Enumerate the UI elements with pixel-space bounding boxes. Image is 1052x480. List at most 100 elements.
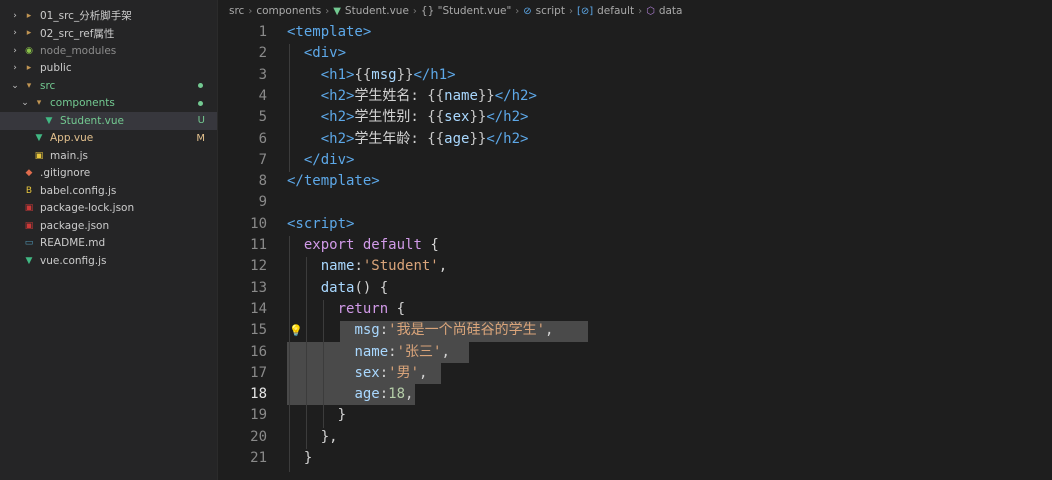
code-token: } xyxy=(287,450,313,466)
code-area[interactable]: 1 <template> 2 <div> 3 <h1>{{msg}}</h1> 4 <h… xyxy=(219,22,1052,472)
explorer-item-label: components xyxy=(50,97,115,110)
line-text: } xyxy=(287,448,312,469)
code-token: }} xyxy=(396,66,414,83)
code-token: }} xyxy=(469,130,487,147)
code-token: : xyxy=(388,343,397,360)
line-text: return { xyxy=(287,299,405,320)
code-token: }} xyxy=(469,109,487,126)
code-token: sex xyxy=(444,109,470,126)
explorer-item[interactable]: ▭ README.md xyxy=(0,235,217,253)
code-line: 21 } xyxy=(219,448,1052,469)
folder-open-icon: ▾ xyxy=(36,98,42,109)
code-line: 4 <h2>学生姓名: {{name}}</h2> xyxy=(219,86,1052,107)
chevron-right-icon: › xyxy=(638,5,643,17)
code-line: 19 } xyxy=(219,405,1052,426)
explorer-item-label: 01_src_分析脚手架 xyxy=(40,10,132,23)
breadcrumb-section[interactable]: {} "Student.vue" xyxy=(421,5,511,17)
explorer-item[interactable]: › ▸ 01_src_分析脚手架 xyxy=(0,7,217,25)
explorer-item[interactable]: ▣ package.json xyxy=(0,217,217,235)
code-token: : xyxy=(379,364,389,381)
folder-icon: ▸ xyxy=(26,63,32,74)
git-status-badge: M xyxy=(196,132,205,144)
breadcrumb-file[interactable]: Student.vue xyxy=(345,5,409,17)
code-line: 15 msg:'我是一个尚硅谷的学生', xyxy=(219,320,1052,341)
code-token: 学生性别: xyxy=(354,109,428,126)
code-token: <template> xyxy=(287,24,372,40)
code-line: 13 data() { xyxy=(219,278,1052,299)
breadcrumb-data[interactable]: data xyxy=(659,5,683,17)
chevron-right-icon: › xyxy=(515,5,520,17)
code-line: 2 <div> xyxy=(219,43,1052,64)
code-token: return xyxy=(337,300,389,317)
line-number: 8 xyxy=(258,173,267,190)
line-number: 19 xyxy=(250,407,267,424)
explorer-item[interactable]: ▼ Student.vue U xyxy=(0,112,217,130)
lightbulb-icon[interactable]: 💡 xyxy=(289,324,303,337)
folder-open-icon: ▾ xyxy=(26,80,32,91)
code-token: } xyxy=(287,407,347,424)
js-file-icon: ▣ xyxy=(34,150,44,161)
breadcrumb-script[interactable]: script xyxy=(536,5,565,17)
code-line: 9 xyxy=(219,192,1052,213)
code-line: 5 <h2>学生性别: {{sex}}</h2> xyxy=(219,107,1052,128)
code-line: 1 <template> xyxy=(219,22,1052,43)
explorer-item[interactable]: › ▸ public xyxy=(0,60,217,78)
code-token: default xyxy=(362,237,422,253)
git-icon: ◆ xyxy=(25,168,33,179)
explorer-item[interactable]: ▼ vue.config.js xyxy=(0,252,217,270)
code-line: 17 sex:'男', xyxy=(219,363,1052,384)
breadcrumb-components[interactable]: components xyxy=(256,5,321,17)
explorer-item[interactable]: ◆ .gitignore xyxy=(0,165,217,183)
vue-file-icon: ▼ xyxy=(45,115,53,126)
symbol-icon: ⊘ xyxy=(523,5,532,17)
vue-file-icon: ▼ xyxy=(25,255,33,266)
line-text: age:18, xyxy=(287,384,413,405)
line-number: 17 xyxy=(250,364,267,381)
code-line: 20 }, xyxy=(219,427,1052,448)
code-token: , xyxy=(419,364,428,381)
markdown-icon: ▭ xyxy=(24,238,34,249)
code-token: </template> xyxy=(287,173,380,190)
breadcrumb-src[interactable]: src xyxy=(229,5,244,17)
code-token: }} xyxy=(477,87,495,104)
explorer-item[interactable]: Bbabel.config.js xyxy=(0,182,217,200)
npm-icon: ▣ xyxy=(24,220,34,231)
code-token: msg xyxy=(354,322,380,339)
code-token: </h2> xyxy=(486,109,529,126)
chevron-icon: ⌄ xyxy=(21,98,29,109)
chevron-right-icon: › xyxy=(568,5,573,17)
explorer-item[interactable]: › ▸ 02_src_ref属性 xyxy=(0,25,217,43)
explorer-item[interactable]: ⌄ ▾ components xyxy=(0,95,217,113)
chevron-icon: › xyxy=(13,10,17,21)
line-number: 6 xyxy=(258,130,267,147)
explorer-item[interactable]: ▣ main.js xyxy=(0,147,217,165)
code-token: {{ xyxy=(354,66,372,83)
code-token: name xyxy=(320,258,355,275)
line-text: export default { xyxy=(287,235,439,256)
breadcrumb-default[interactable]: default xyxy=(597,5,634,17)
line-text: <h2>学生年龄: {{age}}</h2> xyxy=(287,129,529,150)
explorer-item[interactable]: ▼ App.vue M xyxy=(0,130,217,148)
explorer-item[interactable]: ⌄ ▾ src xyxy=(0,77,217,95)
chevron-right-icon: › xyxy=(412,5,417,17)
line-text: </template> xyxy=(287,171,380,192)
explorer-item[interactable]: › ◉ node_modules xyxy=(0,42,217,60)
line-number: 11 xyxy=(250,237,267,253)
line-number: 5 xyxy=(258,109,267,126)
line-number: 12 xyxy=(250,258,267,275)
code-token: </div> xyxy=(303,151,355,168)
explorer-item[interactable]: ▣ package-lock.json xyxy=(0,200,217,218)
line-number: 1 xyxy=(258,24,267,40)
breadcrumb: src › components › ▼ Student.vue › {} "S… xyxy=(219,0,1052,22)
code-token: '张三' xyxy=(396,343,442,360)
explorer-item-label: main.js xyxy=(50,149,88,162)
vue-file-icon: ▼ xyxy=(333,5,341,17)
line-text: name:'Student', xyxy=(287,256,447,277)
folder-icon: ▸ xyxy=(26,28,32,39)
line-text: data() { xyxy=(287,278,388,299)
